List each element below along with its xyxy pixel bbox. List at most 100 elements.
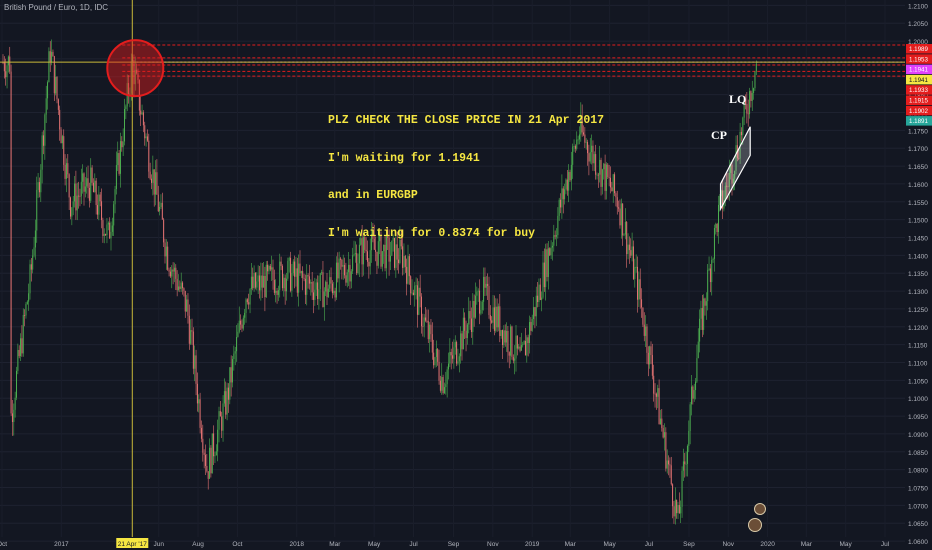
- candle-body: [25, 304, 27, 316]
- candle-body: [156, 172, 158, 195]
- candle-body: [68, 174, 70, 198]
- candle-body: [61, 136, 63, 144]
- candle-body: [611, 187, 613, 192]
- candle-body: [479, 290, 481, 314]
- candle-body: [349, 264, 351, 282]
- price-tag-label: 1.1953: [909, 56, 928, 63]
- candle-body: [325, 281, 327, 292]
- candle-body: [275, 290, 277, 293]
- candle-body: [9, 56, 11, 72]
- candle-body: [87, 178, 89, 188]
- candle-body: [97, 205, 98, 215]
- candle-body: [28, 293, 30, 302]
- candle-body: [121, 141, 123, 148]
- candle-body: [327, 288, 329, 298]
- candle-body: [510, 326, 512, 356]
- candle-body: [203, 452, 205, 455]
- candle-body: [508, 352, 510, 356]
- candle-body: [261, 275, 263, 288]
- candle-body: [446, 369, 448, 385]
- candle-body: [651, 355, 653, 376]
- candle-body: [500, 330, 502, 336]
- candle-body: [700, 307, 702, 319]
- candle-body: [168, 269, 170, 272]
- candle-body: [284, 277, 286, 292]
- price-chart[interactable]: 1.21001.20501.20001.19501.19001.18501.18…: [0, 0, 932, 550]
- x-tick-label: 2020: [760, 541, 775, 548]
- candle-body: [607, 164, 609, 178]
- candle-body: [317, 282, 319, 300]
- candle-body: [302, 271, 304, 278]
- candle-body: [337, 262, 339, 279]
- price-tag-label: 1.1902: [909, 108, 928, 115]
- candle-body: [41, 135, 43, 170]
- candle-body: [657, 388, 659, 397]
- candle-body: [429, 324, 431, 340]
- cp-label: CP: [711, 128, 727, 142]
- candle-body: [20, 338, 22, 357]
- candle-body: [709, 268, 711, 283]
- candle-body: [515, 335, 517, 359]
- candle-body: [493, 307, 495, 331]
- candle-body: [454, 342, 456, 348]
- candle-body: [141, 112, 143, 115]
- price-tag-label: 1.1915: [909, 98, 928, 105]
- candle-body: [418, 287, 420, 315]
- candle-body: [16, 370, 17, 398]
- candle-body: [164, 242, 166, 257]
- user-avatar-icon[interactable]: [754, 503, 766, 515]
- candle-body: [260, 275, 262, 291]
- candle-body: [184, 290, 186, 312]
- candle-body: [214, 455, 216, 457]
- candle-body: [512, 356, 514, 361]
- candle-body: [430, 324, 432, 335]
- candle-body: [79, 195, 81, 197]
- candle-body: [638, 279, 640, 300]
- candle-body: [125, 106, 127, 110]
- candle-body: [423, 317, 425, 327]
- candle-body: [281, 265, 283, 289]
- candle-body: [90, 167, 92, 201]
- x-tick-label: Mar: [329, 541, 341, 548]
- candle-body: [416, 285, 418, 315]
- candle-body: [646, 326, 648, 353]
- candle-body: [368, 261, 370, 267]
- candle-body: [462, 317, 464, 350]
- candle-body: [198, 399, 200, 404]
- candle-body: [342, 265, 344, 267]
- candle-body: [470, 318, 472, 333]
- candle-body: [296, 268, 298, 293]
- user-avatar-icon[interactable]: [748, 518, 762, 532]
- candle-body: [7, 56, 9, 66]
- x-tick-label: Mar: [565, 541, 577, 548]
- candle-body: [740, 131, 742, 136]
- candle-body: [140, 110, 142, 115]
- candle-body: [10, 71, 12, 414]
- candle-body: [680, 506, 682, 514]
- candle-body: [142, 112, 144, 126]
- y-tick-label: 1.1200: [908, 325, 928, 332]
- candle-body: [269, 265, 271, 270]
- candle-body: [628, 244, 630, 251]
- candle-body: [610, 177, 611, 188]
- candle-body: [624, 221, 626, 235]
- candle-body: [496, 306, 498, 328]
- candle-body: [605, 164, 607, 191]
- candle-body: [84, 186, 86, 192]
- candle-body: [376, 251, 378, 266]
- candle-body: [411, 292, 413, 294]
- candle-body: [523, 340, 525, 345]
- candle-body: [213, 433, 215, 457]
- candle-body: [535, 295, 537, 317]
- candle-body: [439, 380, 441, 391]
- candle-body: [5, 71, 7, 78]
- candle-body: [457, 361, 459, 364]
- candle-body: [520, 345, 522, 351]
- candle-body: [24, 315, 26, 316]
- candle-body: [124, 109, 125, 142]
- candle-body: [155, 172, 157, 195]
- candle-body: [264, 275, 266, 298]
- candle-body: [438, 361, 440, 381]
- candle-body: [94, 180, 96, 193]
- y-tick-label: 1.1150: [908, 343, 928, 350]
